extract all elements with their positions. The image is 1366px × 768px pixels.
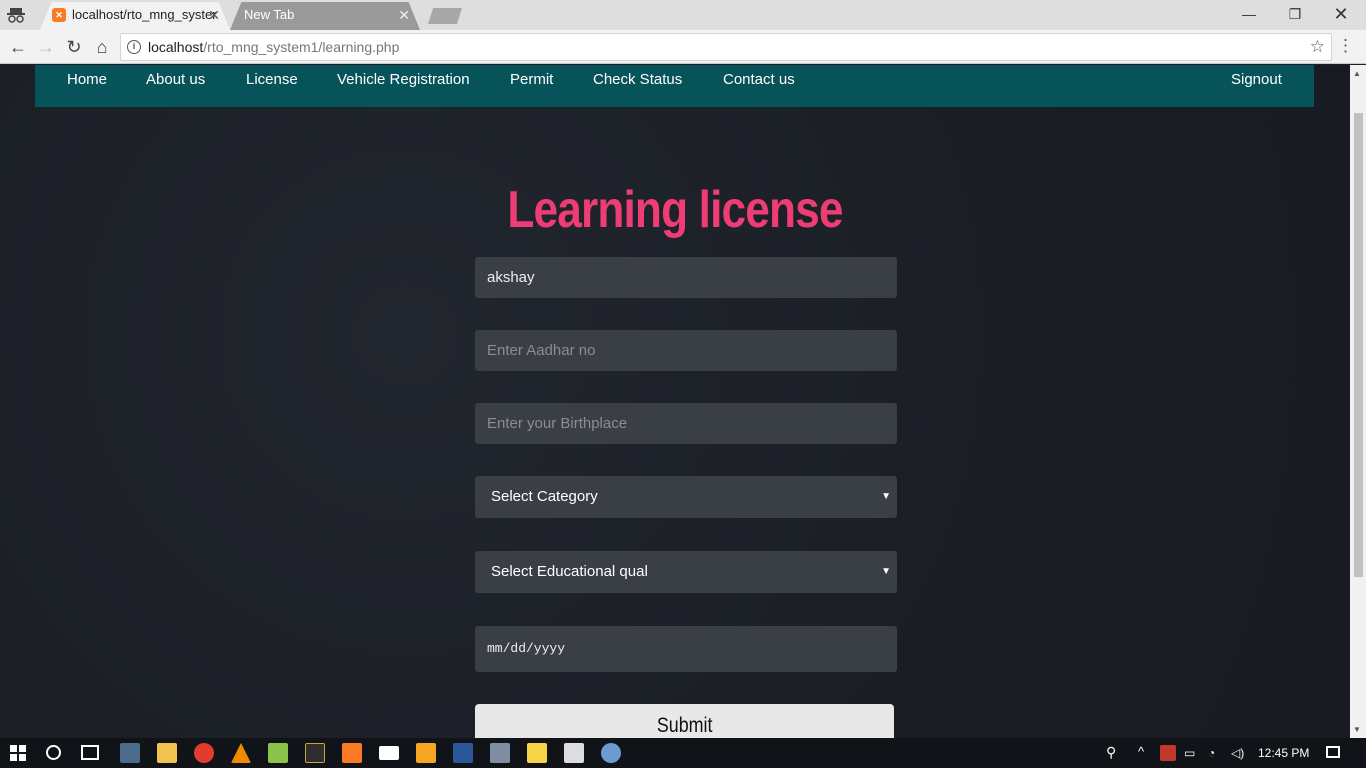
tray-app-icon[interactable]	[1160, 745, 1176, 761]
word-icon[interactable]	[453, 743, 473, 763]
dropdown-arrow-icon: ▼	[881, 491, 891, 502]
mail-icon[interactable]	[379, 746, 399, 760]
action-center-icon[interactable]	[1326, 746, 1340, 758]
education-select[interactable]: Select Educational qual ▼	[475, 551, 897, 593]
bookmark-star-icon[interactable]: ☆	[1310, 37, 1325, 57]
address-bar[interactable]: i localhost/rto_mng_system1/learning.php…	[120, 33, 1332, 61]
browser-toolbar: ← → ↻ ⌂ i localhost/rto_mng_system1/lear…	[0, 30, 1366, 64]
scroll-up-arrow-icon[interactable]: ▲	[1353, 69, 1361, 78]
forward-arrow-icon[interactable]: →	[34, 35, 58, 59]
chrome-icon[interactable]	[194, 743, 214, 763]
app-icon[interactable]	[601, 743, 621, 763]
incognito-icon	[7, 8, 25, 23]
site-navbar: Home About us License Vehicle Registrati…	[35, 65, 1314, 107]
home-icon[interactable]: ⌂	[90, 35, 114, 59]
tab-title: New Tab	[244, 7, 295, 22]
tab-strip: ✕ localhost/rto_mng_syster ✕ New Tab ✕ —…	[0, 0, 1366, 30]
close-window-icon[interactable]: ✕	[1318, 2, 1364, 26]
close-tab-icon[interactable]: ✕	[398, 2, 410, 28]
browser-tab-new-tab[interactable]: New Tab ✕	[230, 2, 420, 30]
submit-button[interactable]: Submit	[475, 704, 894, 738]
file-explorer-icon[interactable]	[157, 743, 177, 763]
new-tab-button[interactable]	[428, 8, 462, 24]
people-icon[interactable]: ⚲	[1106, 744, 1116, 761]
volume-icon[interactable]: ◁)	[1231, 746, 1244, 760]
back-arrow-icon[interactable]: ←	[6, 35, 30, 59]
url-text: localhost/rto_mng_system1/learning.php	[148, 39, 400, 55]
scroll-down-arrow-icon[interactable]: ▼	[1353, 725, 1361, 734]
nav-check-status[interactable]: Check Status	[593, 71, 682, 88]
wifi-icon[interactable]: ◔	[1208, 746, 1215, 760]
notepad-icon[interactable]	[268, 743, 288, 763]
task-view-icon[interactable]	[81, 745, 99, 760]
category-select[interactable]: Select Category ▼	[475, 476, 897, 518]
more-menu-icon[interactable]: ⋮	[1337, 35, 1354, 57]
aadhar-field[interactable]: Enter Aadhar no	[475, 330, 897, 371]
nav-home[interactable]: Home	[67, 71, 107, 88]
info-icon[interactable]: i	[127, 40, 141, 54]
education-select-value: Select Educational qual	[491, 563, 648, 580]
sticky-notes-icon[interactable]	[527, 743, 547, 763]
nav-license[interactable]: License	[246, 71, 298, 88]
nav-vehicle-registration[interactable]: Vehicle Registration	[337, 71, 470, 88]
name-field[interactable]: akshay	[475, 257, 897, 298]
page-viewport: Home About us License Vehicle Registrati…	[0, 65, 1350, 738]
photos-icon[interactable]	[564, 743, 584, 763]
vlc-icon[interactable]	[231, 743, 251, 763]
close-tab-icon[interactable]: ✕	[208, 2, 220, 28]
xampp-icon[interactable]	[342, 743, 362, 763]
birthplace-field[interactable]: Enter your Birthplace	[475, 403, 897, 444]
page-title: Learning license	[507, 181, 843, 239]
browser-tab-active[interactable]: ✕ localhost/rto_mng_syster ✕	[40, 2, 230, 30]
windows-taskbar: ⚲ ^ ▭ ◔ ◁) 12:45 PM	[0, 738, 1366, 768]
paint-icon[interactable]	[490, 743, 510, 763]
cortana-icon[interactable]	[46, 745, 61, 760]
minimize-icon[interactable]: —	[1226, 2, 1272, 26]
nav-contact-us[interactable]: Contact us	[723, 71, 795, 88]
windows-start-icon[interactable]	[10, 745, 26, 761]
scrollbar-thumb[interactable]	[1354, 113, 1363, 577]
nav-about-us[interactable]: About us	[146, 71, 205, 88]
battery-icon[interactable]: ▭	[1184, 746, 1195, 760]
app-15-icon[interactable]	[305, 743, 325, 763]
restore-icon[interactable]: ❐	[1272, 2, 1318, 26]
xampp-favicon-icon: ✕	[52, 8, 66, 22]
desktop-app-icon[interactable]	[120, 743, 140, 763]
app-icon[interactable]	[416, 743, 436, 763]
dropdown-arrow-icon: ▼	[881, 566, 891, 577]
reload-icon[interactable]: ↻	[62, 35, 86, 59]
chevron-up-icon[interactable]: ^	[1138, 744, 1144, 759]
nav-permit[interactable]: Permit	[510, 71, 553, 88]
date-of-birth-field[interactable]: mm/dd/yyyy	[475, 626, 897, 672]
tab-title: localhost/rto_mng_syster	[72, 7, 217, 22]
category-select-value: Select Category	[491, 488, 598, 505]
page-scrollbar[interactable]: ▲ ▼	[1350, 65, 1366, 738]
clock-text[interactable]: 12:45 PM	[1258, 746, 1309, 760]
nav-signout[interactable]: Signout	[1231, 71, 1282, 88]
